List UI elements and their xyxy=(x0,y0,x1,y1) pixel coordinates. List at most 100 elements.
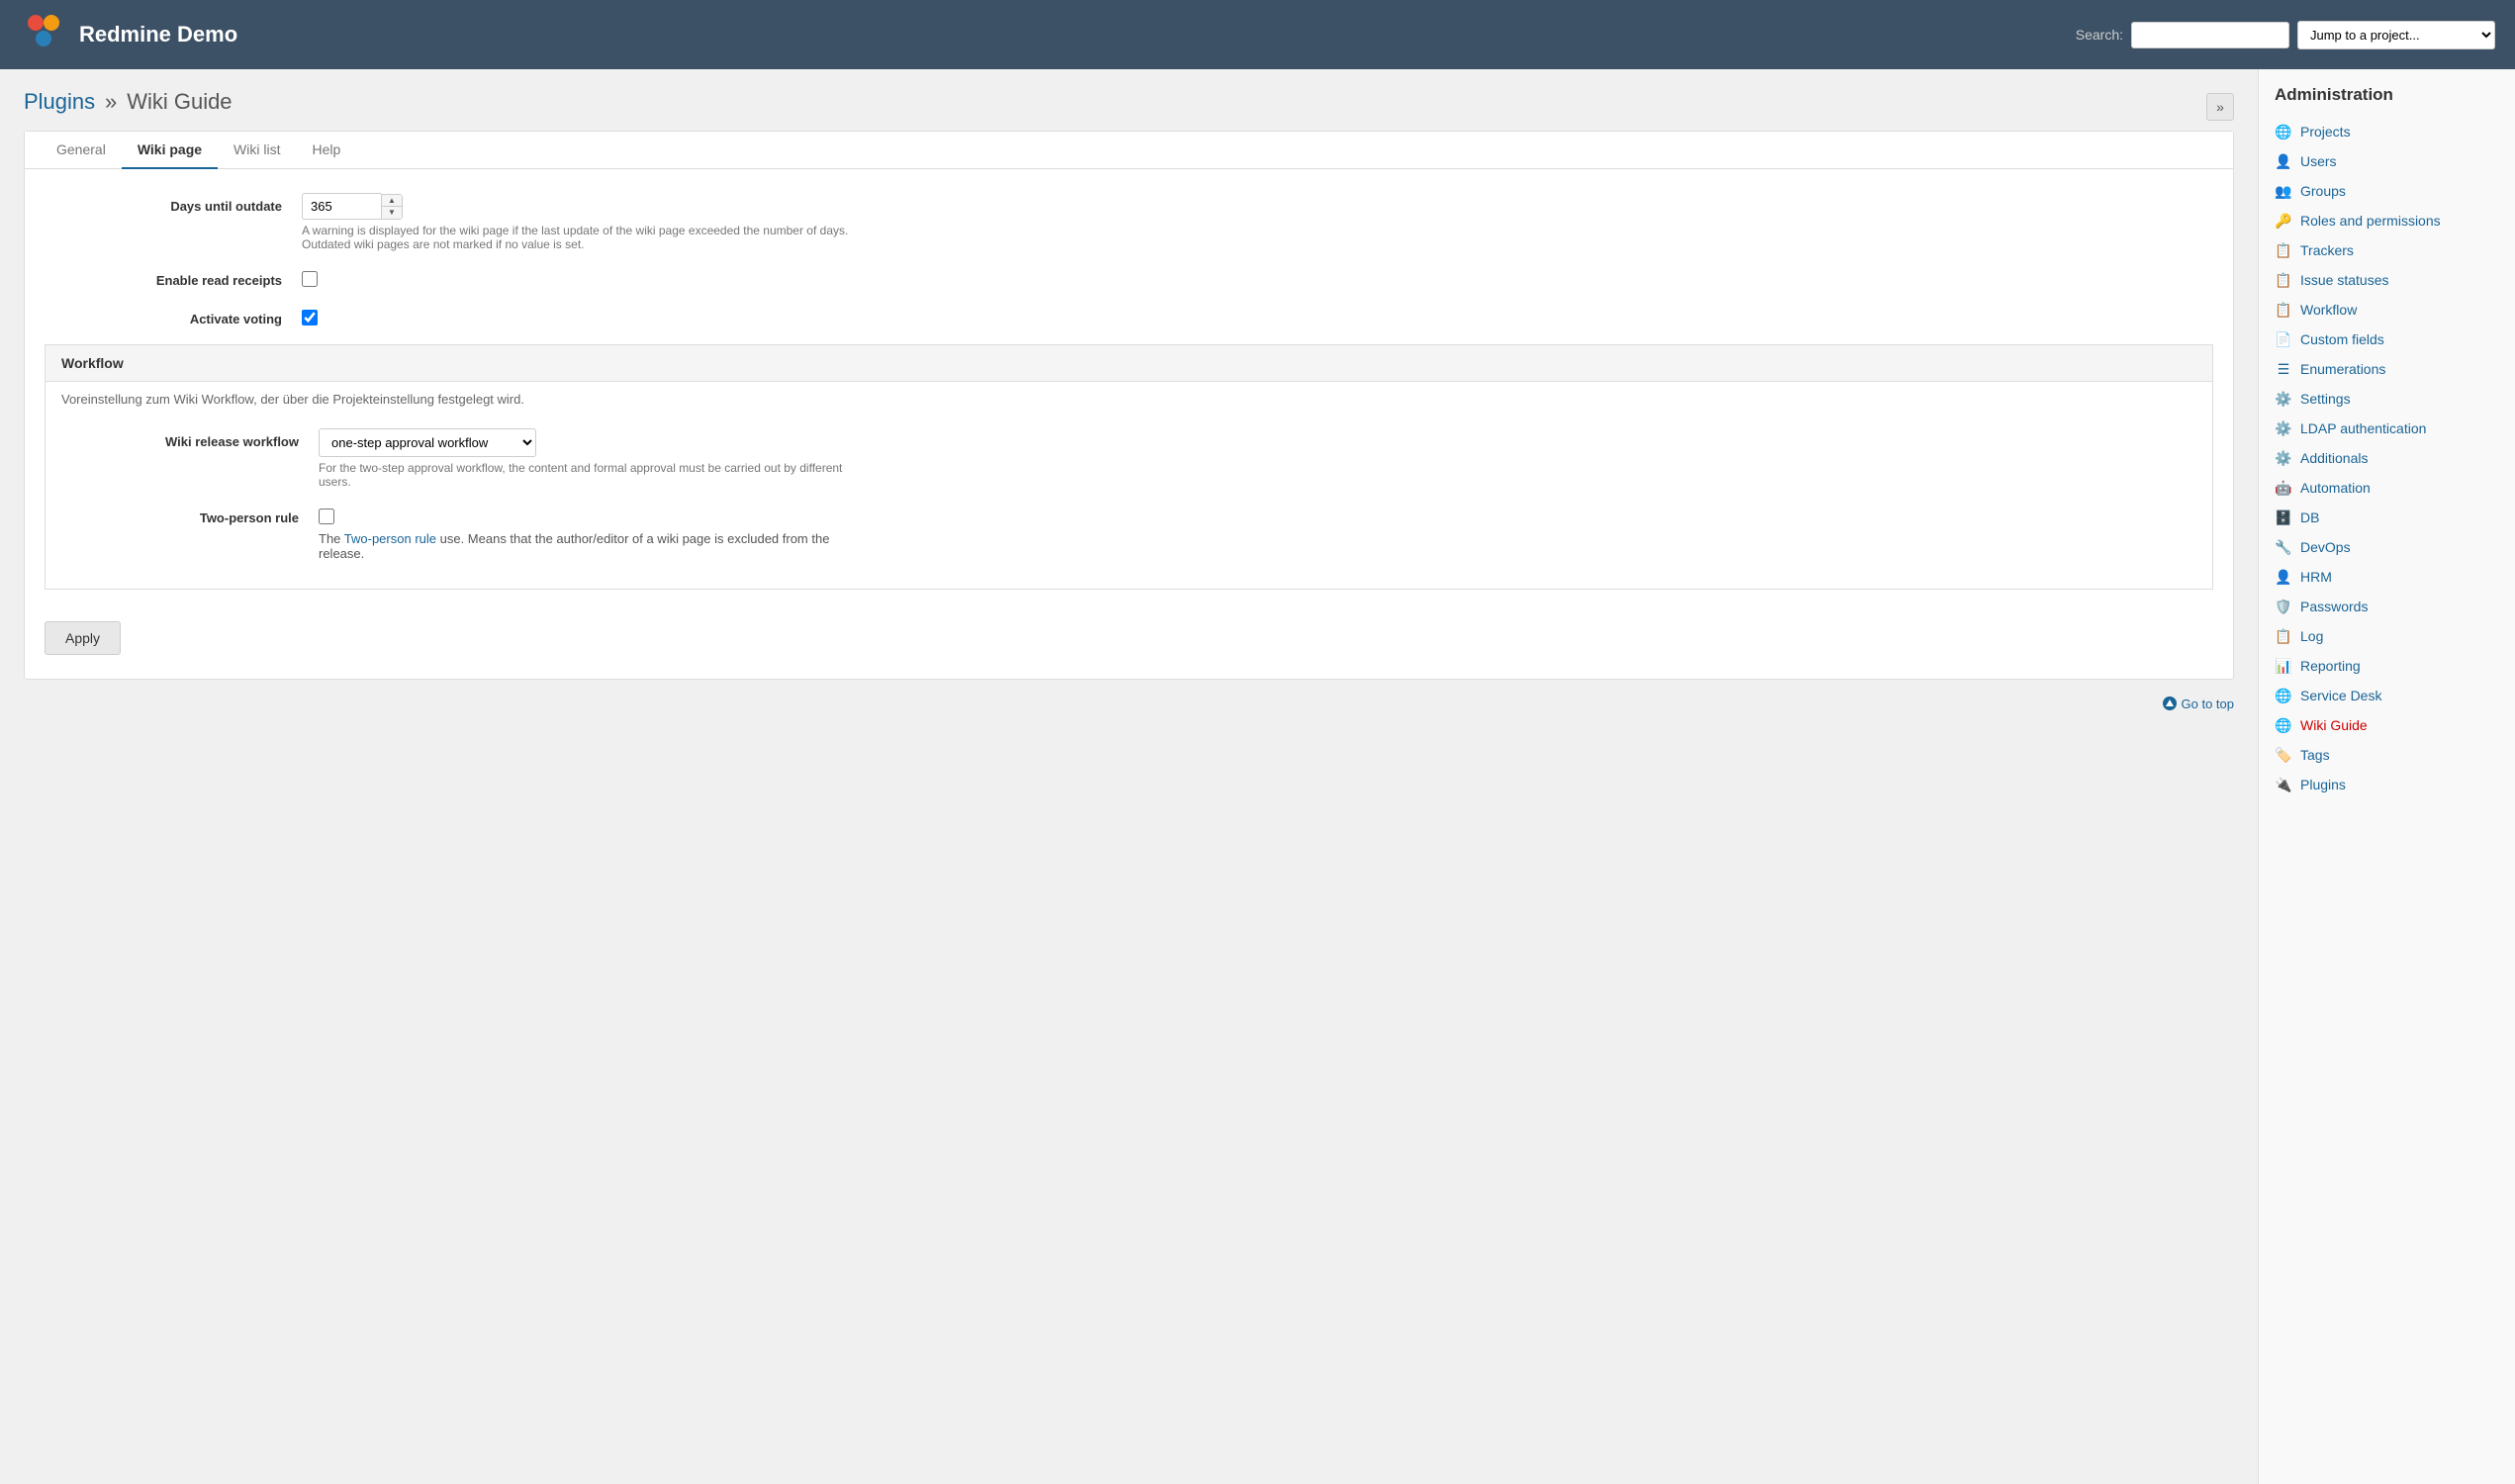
activate-voting-checkbox[interactable] xyxy=(302,310,318,325)
custom-fields-icon: 📄 xyxy=(2275,330,2292,348)
tab-help[interactable]: Help xyxy=(296,132,356,169)
sidebar-item-reporting[interactable]: 📊 Reporting xyxy=(2259,651,2515,681)
two-person-rule-checkbox[interactable] xyxy=(319,509,334,524)
settings-icon: ⚙️ xyxy=(2275,390,2292,408)
two-person-rule-row: Two-person rule The Two-person rule use.… xyxy=(61,505,2196,561)
sidebar-item-label-hrm: HRM xyxy=(2300,569,2332,585)
activate-voting-field xyxy=(302,306,2213,328)
days-until-outdate-label: Days until outdate xyxy=(45,193,302,214)
two-person-rule-hint: The Two-person rule use. Means that the … xyxy=(319,531,873,561)
two-person-rule-link[interactable]: Two-person rule xyxy=(344,531,436,546)
workflow-section: Workflow Voreinstellung zum Wiki Workflo… xyxy=(45,344,2213,590)
enable-read-receipts-checkbox[interactable] xyxy=(302,271,318,287)
log-icon: 📋 xyxy=(2275,627,2292,645)
breadcrumb-separator: » xyxy=(105,89,117,114)
tabs-nav: General Wiki page Wiki list Help xyxy=(25,132,2233,169)
sidebar-item-devops[interactable]: 🔧 DevOps xyxy=(2259,532,2515,562)
hrm-icon: 👤 xyxy=(2275,568,2292,586)
wiki-release-workflow-select[interactable]: one-step approval workflow two-step appr… xyxy=(319,428,536,457)
header: Redmine Demo Search: Jump to a project..… xyxy=(0,0,2515,69)
tab-container: General Wiki page Wiki list Help Days un… xyxy=(24,131,2234,680)
days-until-outdate-input[interactable] xyxy=(302,193,381,220)
users-icon: 👤 xyxy=(2275,152,2292,170)
groups-icon: 👥 xyxy=(2275,182,2292,200)
go-to-top-icon xyxy=(2162,696,2178,711)
sidebar-item-label-db: DB xyxy=(2300,510,2319,525)
sidebar-item-passwords[interactable]: 🛡️ Passwords xyxy=(2259,592,2515,621)
reporting-icon: 📊 xyxy=(2275,657,2292,675)
projects-icon: 🌐 xyxy=(2275,123,2292,140)
redmine-logo-icon xyxy=(20,11,67,58)
sidebar-item-hrm[interactable]: 👤 HRM xyxy=(2259,562,2515,592)
sidebar-item-label-custom-fields: Custom fields xyxy=(2300,331,2384,347)
sidebar-item-projects[interactable]: 🌐 Projects xyxy=(2259,117,2515,146)
project-jump-select[interactable]: Jump to a project... xyxy=(2297,21,2495,49)
plugins-icon: 🔌 xyxy=(2275,776,2292,793)
sidebar-item-log[interactable]: 📋 Log xyxy=(2259,621,2515,651)
sidebar-item-db[interactable]: 🗄️ DB xyxy=(2259,503,2515,532)
form-content: Days until outdate ▲ ▼ A warning is disp… xyxy=(25,169,2233,679)
sidebar-item-label-enumerations: Enumerations xyxy=(2300,361,2385,377)
search-input[interactable] xyxy=(2131,22,2289,48)
search-label: Search: xyxy=(2076,27,2123,43)
sidebar-item-label-automation: Automation xyxy=(2300,480,2371,496)
sidebar-item-automation[interactable]: 🤖 Automation xyxy=(2259,473,2515,503)
sidebar-item-roles-permissions[interactable]: 🔑 Roles and permissions xyxy=(2259,206,2515,235)
go-to-top-label[interactable]: Go to top xyxy=(2162,696,2234,711)
sidebar-title: Administration xyxy=(2259,85,2515,117)
sidebar-item-service-desk[interactable]: 🌐 Service Desk xyxy=(2259,681,2515,710)
days-until-outdate-hint: A warning is displayed for the wiki page… xyxy=(302,224,856,251)
tags-icon: 🏷️ xyxy=(2275,746,2292,764)
devops-icon: 🔧 xyxy=(2275,538,2292,556)
breadcrumb: » Plugins » Wiki Guide xyxy=(24,89,2234,115)
workflow-section-header: Workflow xyxy=(46,345,2212,382)
sidebar-item-wiki-guide[interactable]: 🌐 Wiki Guide xyxy=(2259,710,2515,740)
plugins-breadcrumb-link[interactable]: Plugins xyxy=(24,89,95,114)
sidebar-item-label-passwords: Passwords xyxy=(2300,599,2368,614)
issue-statuses-icon: 📋 xyxy=(2275,271,2292,289)
apply-button[interactable]: Apply xyxy=(45,621,121,655)
days-until-outdate-row: Days until outdate ▲ ▼ A warning is disp… xyxy=(45,193,2213,251)
spinner-down-button[interactable]: ▼ xyxy=(382,207,402,219)
sidebar-item-label-issue-statuses: Issue statuses xyxy=(2300,272,2389,288)
sidebar-item-workflow[interactable]: 📋 Workflow xyxy=(2259,295,2515,325)
enable-read-receipts-field xyxy=(302,267,2213,290)
sidebar-item-tags[interactable]: 🏷️ Tags xyxy=(2259,740,2515,770)
sidebar-item-plugins[interactable]: 🔌 Plugins xyxy=(2259,770,2515,799)
search-area: Search: Jump to a project... xyxy=(2076,21,2495,49)
sidebar-item-label-roles: Roles and permissions xyxy=(2300,213,2441,229)
tab-wiki-page[interactable]: Wiki page xyxy=(122,132,218,169)
sidebar-item-issue-statuses[interactable]: 📋 Issue statuses xyxy=(2259,265,2515,295)
two-person-rule-field: The Two-person rule use. Means that the … xyxy=(319,505,2196,561)
sidebar: Administration 🌐 Projects 👤 Users 👥 Grou… xyxy=(2258,69,2515,1484)
number-input-wrapper: ▲ ▼ xyxy=(302,193,2213,220)
tab-general[interactable]: General xyxy=(41,132,122,169)
automation-icon: 🤖 xyxy=(2275,479,2292,497)
spinner-up-button[interactable]: ▲ xyxy=(382,195,402,207)
tab-wiki-list[interactable]: Wiki list xyxy=(218,132,296,169)
two-person-rule-label: Two-person rule xyxy=(61,505,319,525)
spinner-buttons: ▲ ▼ xyxy=(381,194,403,220)
sidebar-item-enumerations[interactable]: ☰ Enumerations xyxy=(2259,354,2515,384)
sidebar-item-label-ldap: LDAP authentication xyxy=(2300,420,2426,436)
sidebar-item-custom-fields[interactable]: 📄 Custom fields xyxy=(2259,325,2515,354)
sidebar-item-label-additionals: Additionals xyxy=(2300,450,2369,466)
content-area: » Plugins » Wiki Guide General Wiki page… xyxy=(0,69,2258,1484)
workflow-icon: 📋 xyxy=(2275,301,2292,319)
sidebar-item-additionals[interactable]: ⚙️ Additionals xyxy=(2259,443,2515,473)
wiki-release-workflow-field: one-step approval workflow two-step appr… xyxy=(319,428,2196,489)
passwords-icon: 🛡️ xyxy=(2275,598,2292,615)
sidebar-item-label-trackers: Trackers xyxy=(2300,242,2354,258)
wiki-release-workflow-label: Wiki release workflow xyxy=(61,428,319,449)
sidebar-item-trackers[interactable]: 📋 Trackers xyxy=(2259,235,2515,265)
sidebar-item-label-groups: Groups xyxy=(2300,183,2346,199)
sidebar-item-groups[interactable]: 👥 Groups xyxy=(2259,176,2515,206)
collapse-toggle-button[interactable]: » xyxy=(2206,93,2234,121)
wiki-release-hint: For the two-step approval workflow, the … xyxy=(319,461,873,489)
db-icon: 🗄️ xyxy=(2275,509,2292,526)
app-title: Redmine Demo xyxy=(79,22,237,47)
sidebar-item-ldap[interactable]: ⚙️ LDAP authentication xyxy=(2259,414,2515,443)
sidebar-item-users[interactable]: 👤 Users xyxy=(2259,146,2515,176)
go-to-top[interactable]: Go to top xyxy=(24,680,2234,722)
sidebar-item-settings[interactable]: ⚙️ Settings xyxy=(2259,384,2515,414)
